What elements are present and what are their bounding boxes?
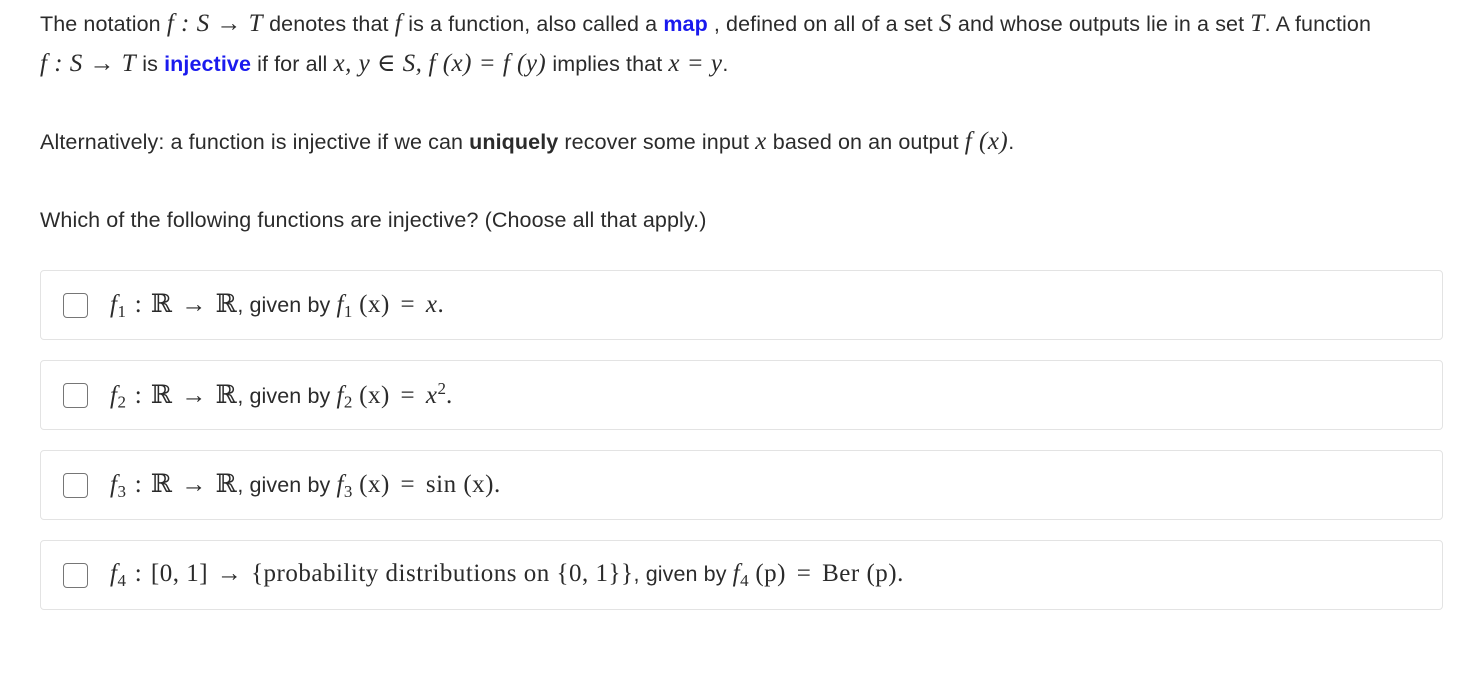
option-f3[interactable]: f3 : ℝ → ℝ, given by f3 (x) = sin (x). [40,450,1443,520]
alt-text-4: . [1008,130,1015,154]
intro-text-9: implies that [546,52,669,76]
alt-text-2: recover some input [558,130,756,154]
option-f1-label: f1 : ℝ → ℝ, given by f1 (x) = x. [110,288,445,321]
intro-text-3: is a function, also called a [402,12,664,36]
intro-text-6: . A function [1264,12,1372,36]
intro-text-2: denotes that [263,12,395,36]
interval-domain-f4: [0, 1] [150,560,209,588]
option-f4[interactable]: f4 : [0, 1] → {probability distributions… [40,540,1443,610]
intro-text-8: if for all [251,52,334,76]
blackboard-r-codomain-f2: ℝ [215,379,238,409]
alt-text-1: Alternatively: a function is injective i… [40,130,470,154]
option-f1[interactable]: f1 : ℝ → ℝ, given by f1 (x) = x. [40,270,1443,340]
checkbox-f3[interactable] [63,472,88,498]
checkbox-f1[interactable] [63,292,88,318]
math-x-y-in-s: x, y ∈ S, [333,50,423,77]
option-f2-label: f2 : ℝ → ℝ, given by f2 (x) = x2. [110,378,453,412]
alternative-paragraph: Alternatively: a function is injective i… [40,84,1443,162]
option-f4-label: f4 : [0, 1] → {probability distributions… [110,560,904,590]
answer-options-list: f1 : ℝ → ℝ, given by f1 (x) = x. f2 : ℝ … [40,240,1443,610]
intro-text-1: The notation [40,12,167,36]
intro-text-7: is [136,52,165,76]
math-input-x: x [755,128,767,155]
alt-text-3: based on an output [766,130,965,154]
option-f2[interactable]: f2 : ℝ → ℝ, given by f2 (x) = x2. [40,360,1443,430]
blackboard-r-domain-f3: ℝ [150,468,173,498]
uniquely-bold: uniquely [469,130,559,154]
option-f3-label: f3 : ℝ → ℝ, given by f3 (x) = sin (x). [110,468,501,501]
math-f-maps-s-to-t-2: f : S → T [40,50,137,77]
math-fx-equals-fy: f (x) = f (y) [428,50,547,77]
math-set-s: S [938,10,952,37]
question-page: The notation f : S → T denotes that f is… [0,0,1483,610]
injective-link[interactable]: injective [164,52,251,76]
intro-text-5: and whose outputs lie in a set [951,12,1251,36]
math-set-t: T [1250,10,1265,37]
intro-paragraph: The notation f : S → T denotes that f is… [40,0,1443,84]
map-link[interactable]: map [663,12,708,36]
intro-text-4: , defined on all of a set [707,12,939,36]
question-prompt: Which of the following functions are inj… [40,162,1443,240]
blackboard-r-domain-f1: ℝ [150,288,173,318]
checkbox-f2[interactable] [63,382,88,408]
codomain-set-f4: {probability distributions on {0, 1}} [251,560,634,588]
question-prompt-text: Which of the following functions are inj… [40,208,707,232]
math-output-fx: f (x) [964,128,1009,155]
blackboard-r-codomain-f1: ℝ [215,288,238,318]
math-f-maps-s-to-t: f : S → T [166,10,263,37]
checkbox-f4[interactable] [63,562,88,588]
intro-text-10: . [722,52,729,76]
math-x-equals-y: x = y [668,50,723,77]
blackboard-r-domain-f2: ℝ [150,379,173,409]
blackboard-r-codomain-f3: ℝ [215,468,238,498]
